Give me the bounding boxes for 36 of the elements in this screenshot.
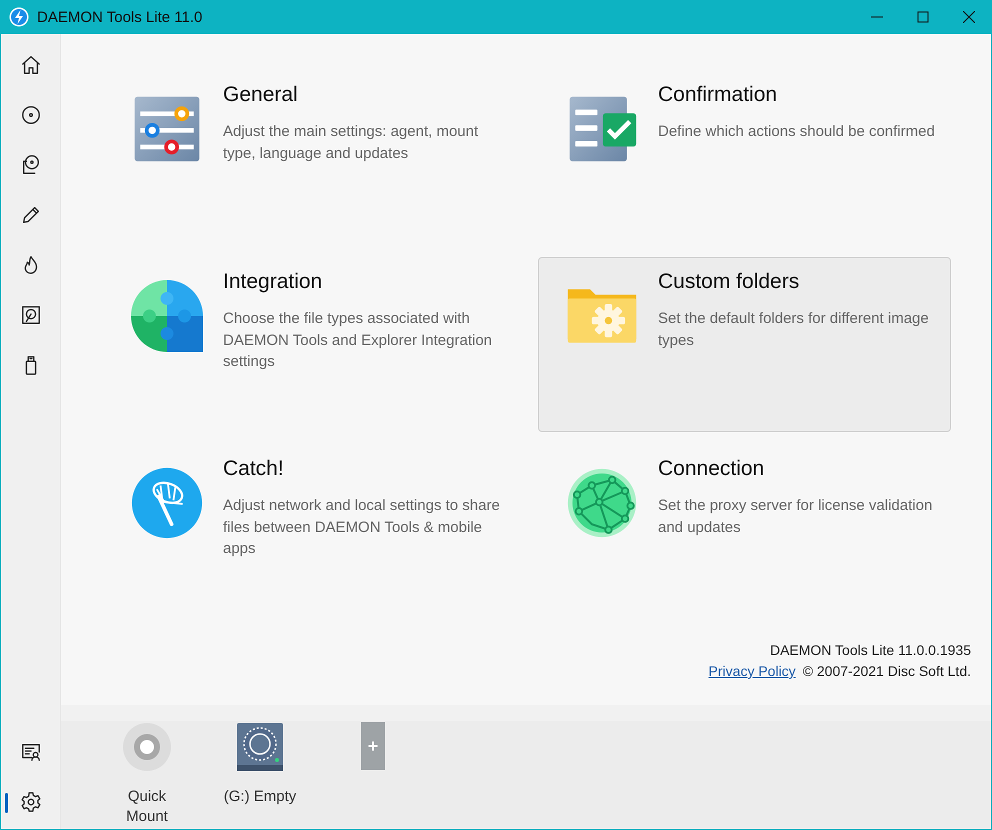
card-description: Adjust network and local settings to share files between DAEMON Tools & mobile apps bbox=[223, 496, 501, 559]
settings-card[interactable]: Integration Choose the file types associated with DAEMON Tools and Explorer Integration settings bbox=[103, 257, 516, 432]
lightning-logo-icon bbox=[9, 7, 29, 27]
drive-icon[interactable] bbox=[235, 722, 285, 772]
card-description: Define which actions should be confirmed bbox=[658, 122, 936, 142]
card-description: Adjust the main settings: agent, mount type, language and updates bbox=[223, 122, 480, 164]
settings-card[interactable]: Catch! Adjust network and local settings to share files between DAEMON Tools & mobile apps bbox=[103, 444, 516, 619]
card-title: Catch! bbox=[223, 457, 285, 481]
puzzle-icon bbox=[131, 280, 203, 352]
card-description: Set the proxy server for license validation and updates bbox=[658, 496, 934, 538]
card-title: General bbox=[223, 83, 299, 107]
butterfly-net-icon bbox=[131, 467, 203, 539]
copyright-text: © 2007-2021 Disc Soft Ltd. bbox=[802, 663, 971, 679]
card-title: Custom folders bbox=[658, 270, 800, 294]
window-title: DAEMON Tools Lite 11.0 bbox=[37, 8, 204, 26]
privacy-policy-link[interactable]: Privacy Policy bbox=[708, 663, 796, 679]
version-text: DAEMON Tools Lite 11.0.0.1935 bbox=[770, 642, 971, 658]
drive-label: Quick Mount bbox=[125, 787, 169, 827]
card-title: Connection bbox=[658, 457, 766, 481]
card-description: Choose the file types associated with DAEMON Tools and Explorer Integration settings bbox=[223, 309, 494, 372]
hard-drive-icon bbox=[20, 304, 42, 326]
card-title: Integration bbox=[223, 270, 324, 294]
settings-card[interactable]: Connection Set the proxy server for license validation and updates bbox=[538, 444, 951, 619]
license-icon bbox=[20, 741, 42, 763]
settings-card[interactable]: Custom folders Set the default folders for different image types bbox=[538, 257, 951, 432]
disc-icon bbox=[20, 104, 42, 126]
card-title: Confirmation bbox=[658, 83, 778, 107]
settings-icon bbox=[20, 791, 42, 813]
card-description: Set the default folders for different image types bbox=[658, 309, 930, 350]
settings-card[interactable]: Confirmation Define which actions should be confirmed bbox=[538, 70, 951, 245]
drive-label: (G:) Empty bbox=[222, 787, 298, 807]
close-icon bbox=[963, 11, 975, 23]
maximize-icon bbox=[917, 11, 929, 23]
home-icon bbox=[20, 54, 42, 76]
settings-card[interactable]: General Adjust the main settings: agent, mount type, language and updates bbox=[103, 70, 516, 245]
globe-network-icon bbox=[566, 467, 638, 539]
